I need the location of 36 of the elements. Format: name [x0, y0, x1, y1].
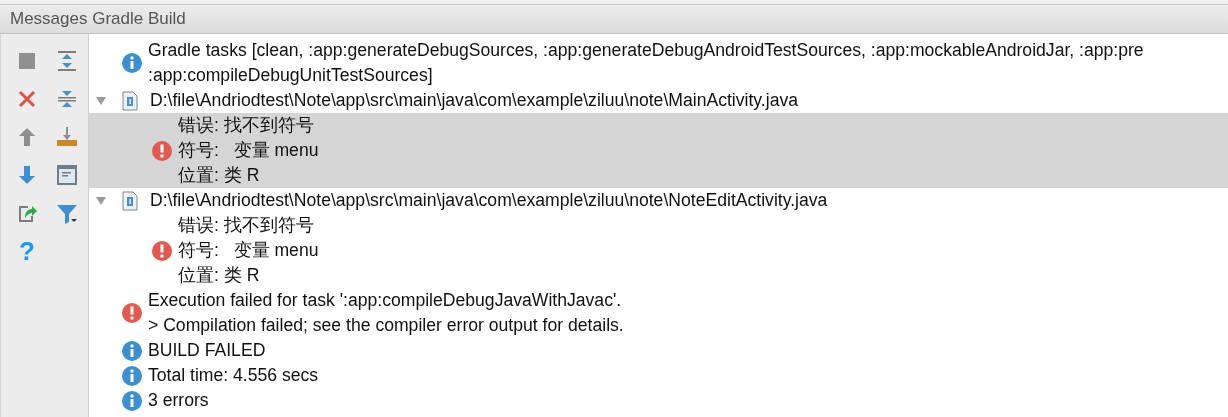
error-text: 错误: 找不到符号	[178, 214, 315, 237]
message-text: :app:compileDebugUnitTestSources]	[148, 64, 434, 87]
stop-icon[interactable]	[16, 50, 38, 72]
message-text: Execution failed for task ':app:compileDebugJavaWithJavac'.	[148, 289, 623, 312]
file-path[interactable]: D:\file\Andriodtest\Note\app\src\main\java\com\example\ziluu\note\MainActivity.java	[150, 88, 798, 113]
message-text: 3 errors	[148, 389, 209, 412]
error-entry[interactable]: 错误: 找不到符号 符号: 变量 menu 位置: 类 R	[89, 213, 1228, 288]
collapse-all-icon[interactable]	[56, 88, 78, 110]
error-icon	[151, 239, 173, 262]
message-text: BUILD FAILED	[148, 339, 266, 362]
expand-arrow-icon[interactable]	[95, 94, 107, 107]
error-text: 位置: 类 R	[178, 164, 261, 187]
message-text: > Compilation failed; see the compiler error output for details.	[148, 314, 624, 337]
info-icon	[121, 364, 143, 387]
error-icon	[121, 302, 143, 324]
error-entry[interactable]: 错误: 找不到符号 符号: 变量 menu 位置: 类 R	[89, 113, 1228, 188]
panel-icon[interactable]	[56, 164, 78, 186]
info-icon	[121, 389, 143, 412]
error-text: 错误: 找不到符号	[178, 114, 315, 137]
expand-all-icon[interactable]	[56, 50, 78, 72]
error-text: 符号: 变量 menu	[178, 239, 319, 262]
info-icon	[121, 339, 143, 362]
info-icon	[121, 52, 143, 74]
java-file-icon	[122, 190, 138, 211]
error-text: 位置: 类 R	[178, 264, 261, 287]
expand-arrow-icon[interactable]	[95, 194, 107, 207]
file-path[interactable]: D:\file\Andriodtest\Note\app\src\main\java\com\example\ziluu\note\NoteEditActivity.java	[150, 188, 828, 213]
error-text: 符号: 变量 menu	[178, 139, 319, 162]
filter-icon[interactable]	[56, 202, 78, 224]
java-file-icon	[122, 90, 138, 111]
panel-title: Messages Gradle Build	[10, 9, 186, 29]
message-text: Gradle tasks [clean, :app:generateDebugSources, :app:generateDebugAndroidTestSources, :app:mockableAndroidJar, :app:pre	[148, 39, 1144, 62]
close-icon[interactable]	[16, 88, 38, 110]
download-icon[interactable]	[56, 126, 78, 148]
error-icon	[151, 139, 173, 162]
message-text: Total time: 4.556 secs	[148, 364, 319, 387]
